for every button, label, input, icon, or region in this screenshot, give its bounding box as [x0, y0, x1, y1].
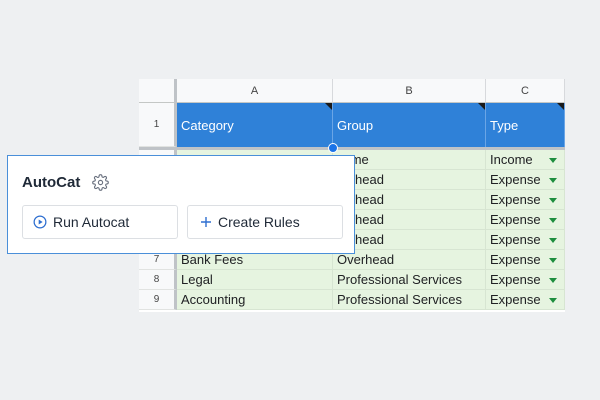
- column-header-b[interactable]: B: [333, 79, 486, 103]
- header-group-label: Group: [337, 117, 374, 133]
- group-cell[interactable]: Professional Services: [333, 290, 486, 310]
- autocat-panel: AutoCat Run Autocat Create Rules: [7, 155, 355, 254]
- type-cell[interactable]: Expense: [486, 190, 565, 210]
- header-cell-type[interactable]: Type: [486, 103, 565, 147]
- header-type-label: Type: [490, 117, 519, 133]
- panel-title: AutoCat: [22, 174, 81, 191]
- type-cell[interactable]: Expense: [486, 270, 565, 290]
- type-value: Expense: [490, 292, 541, 307]
- category-cell[interactable]: Legal: [177, 270, 333, 290]
- select-all-corner[interactable]: [139, 79, 177, 103]
- play-circle-icon: [33, 215, 47, 229]
- row-header[interactable]: 8: [139, 270, 177, 290]
- create-rules-label: Create Rules: [218, 214, 300, 230]
- dropdown-arrow-icon[interactable]: [549, 177, 557, 183]
- dropdown-arrow-icon[interactable]: [549, 297, 557, 303]
- type-value: Income: [490, 152, 533, 167]
- type-value: Expense: [490, 192, 541, 207]
- dropdown-arrow-icon[interactable]: [549, 277, 557, 283]
- type-cell[interactable]: Expense: [486, 250, 565, 270]
- dropdown-arrow-icon[interactable]: [549, 237, 557, 243]
- column-header-a[interactable]: A: [177, 79, 333, 103]
- group-cell[interactable]: verhead: [333, 170, 486, 190]
- group-cell[interactable]: Professional Services: [333, 270, 486, 290]
- create-rules-button[interactable]: Create Rules: [187, 205, 343, 239]
- column-header-c[interactable]: C: [486, 79, 565, 103]
- type-value: Expense: [490, 272, 541, 287]
- plus-icon: [200, 216, 212, 228]
- type-cell[interactable]: Expense: [486, 210, 565, 230]
- type-value: Expense: [490, 232, 541, 247]
- run-autocat-label: Run Autocat: [53, 214, 130, 230]
- category-cell[interactable]: Accounting: [177, 290, 333, 310]
- type-cell[interactable]: Income: [486, 150, 565, 170]
- header-cell-category[interactable]: Category: [177, 103, 333, 147]
- group-cell[interactable]: come: [333, 150, 486, 170]
- type-value: Expense: [490, 252, 541, 267]
- dropdown-arrow-icon[interactable]: [549, 157, 557, 163]
- row-header[interactable]: 9: [139, 290, 177, 310]
- dropdown-arrow-icon[interactable]: [549, 257, 557, 263]
- header-category-label: Category: [181, 117, 234, 133]
- group-cell[interactable]: verhead: [333, 190, 486, 210]
- run-autocat-button[interactable]: Run Autocat: [22, 205, 178, 239]
- type-value: Expense: [490, 172, 541, 187]
- type-value: Expense: [490, 212, 541, 227]
- group-cell[interactable]: verhead: [333, 230, 486, 250]
- selection-handle[interactable]: [328, 143, 338, 153]
- type-cell[interactable]: Expense: [486, 230, 565, 250]
- type-cell[interactable]: Expense: [486, 290, 565, 310]
- group-cell[interactable]: Overhead: [333, 250, 486, 270]
- row-header-1[interactable]: 1: [139, 103, 177, 147]
- dropdown-arrow-icon[interactable]: [549, 217, 557, 223]
- gear-icon[interactable]: [92, 174, 109, 191]
- dropdown-arrow-icon[interactable]: [549, 197, 557, 203]
- type-cell[interactable]: Expense: [486, 170, 565, 190]
- header-cell-group[interactable]: Group: [333, 103, 486, 147]
- group-cell[interactable]: verhead: [333, 210, 486, 230]
